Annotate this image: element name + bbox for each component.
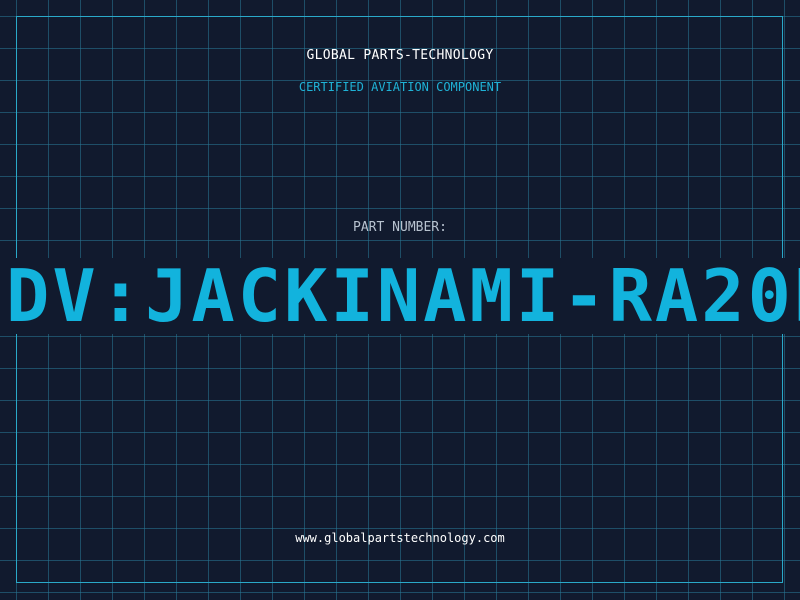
certification-subtitle: CERTIFIED AVIATION COMPONENT <box>298 80 502 94</box>
part-number-band: CDV:JACKINAMI-RA20R <box>0 258 800 334</box>
website-url: www.globalpartstechnology.com <box>295 531 505 545</box>
company-name: GLOBAL PARTS-TECHNOLOGY <box>306 48 494 63</box>
part-number-value: CDV:JACKINAMI-RA20R <box>0 258 800 334</box>
part-number-label: PART NUMBER: <box>353 220 447 235</box>
